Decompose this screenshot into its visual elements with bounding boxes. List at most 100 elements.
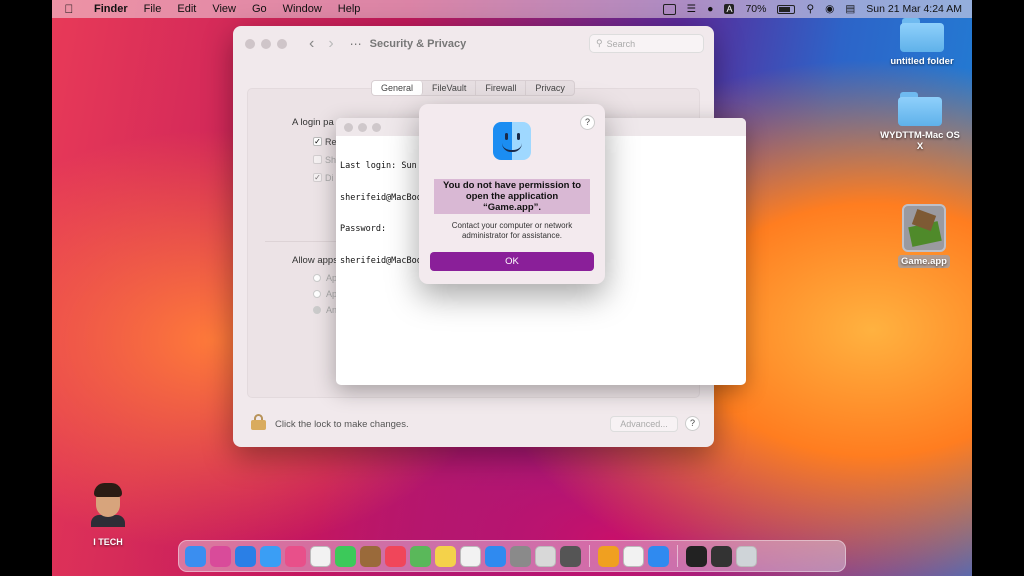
alert-message-line: administrator for assistance. [461, 231, 563, 240]
zoom-button[interactable] [277, 39, 287, 49]
alert-title-line: You do not have permission to [442, 180, 582, 191]
dock-app-icon[interactable] [335, 545, 356, 567]
control-center-icon[interactable]: ▤ [845, 3, 855, 15]
dock-app-icon[interactable] [210, 545, 231, 567]
alert-message-line: Contact your computer or network [451, 221, 573, 230]
dock-app-icon[interactable] [285, 545, 306, 567]
close-button[interactable] [245, 39, 255, 49]
dock-app-icon[interactable] [686, 545, 707, 567]
finder-icon [493, 122, 531, 160]
alert-title-line: open the application [465, 191, 559, 202]
dock-app-icon[interactable] [460, 545, 481, 567]
dock-app-icon[interactable] [235, 545, 256, 567]
search-icon: ⚲ [596, 38, 603, 48]
show-message-checkbox[interactable] [313, 155, 322, 164]
radio-anywhere[interactable] [313, 306, 321, 314]
menu-window[interactable]: Window [275, 3, 330, 15]
spotlight-icon[interactable]: ⚲ [806, 3, 814, 15]
permission-alert-dialog: ? You do not have permission to open the… [419, 104, 605, 284]
dock-separator [677, 545, 678, 567]
dock-app-icon[interactable] [535, 545, 556, 567]
login-password-label: A login pa [292, 117, 334, 128]
tab-privacy[interactable]: Privacy [526, 81, 574, 95]
menu-go[interactable]: Go [244, 3, 275, 15]
tab-general[interactable]: General [372, 81, 424, 95]
wifi-icon[interactable]: ☰ [687, 3, 696, 15]
back-icon[interactable]: ‹ [309, 35, 314, 53]
ok-button[interactable]: OK [430, 252, 594, 271]
menu-view[interactable]: View [204, 3, 244, 15]
dock-app-icon[interactable] [648, 545, 669, 567]
allow-apps-label: Allow apps [292, 255, 338, 266]
close-button[interactable] [344, 122, 353, 132]
forward-icon[interactable]: › [328, 35, 333, 53]
advanced-button[interactable]: Advanced... [610, 416, 678, 432]
screen-recording-icon[interactable] [662, 3, 676, 15]
menu-app-name[interactable]: Finder [86, 3, 136, 15]
dock-app-icon[interactable] [435, 545, 456, 567]
menu-bar:  Finder File Edit View Go Window Help ☰… [52, 0, 972, 18]
avatar [91, 483, 125, 527]
dock-app-icon[interactable] [385, 545, 406, 567]
radio-identified-developers[interactable] [313, 290, 321, 298]
letterbox-right [972, 0, 1024, 576]
user-icon[interactable]: ◉ [825, 3, 834, 15]
alert-message: Contact your computer or network adminis… [431, 221, 593, 241]
desktop-icon-label: Game.app [898, 255, 950, 268]
search-placeholder: Search [606, 38, 636, 49]
menu-edit[interactable]: Edit [169, 3, 204, 15]
battery-icon[interactable] [777, 4, 796, 14]
folder-icon [900, 18, 944, 52]
search-input[interactable]: ⚲ Search [589, 34, 704, 53]
dock-app-icon[interactable] [410, 545, 431, 567]
dock-separator [589, 545, 590, 567]
checkbox-label: Sh [325, 155, 337, 165]
zoom-button[interactable] [372, 122, 381, 132]
dock-app-icon[interactable] [360, 545, 381, 567]
lock-icon[interactable] [251, 414, 266, 430]
clock[interactable]: Sun 21 Mar 4:24 AM [866, 3, 962, 15]
dock-app-icon[interactable] [310, 545, 331, 567]
radio-app-store[interactable] [313, 274, 321, 282]
battery-percent[interactable]: 70% [745, 3, 766, 15]
dock-app-icon[interactable] [598, 545, 619, 567]
avatar-name: I TECH [93, 537, 123, 547]
minimize-button[interactable] [358, 122, 367, 132]
tab-firewall[interactable]: Firewall [476, 81, 527, 95]
desktop-icon-label: untitled folder [890, 56, 954, 67]
alert-title-line: “Game.app”. [482, 202, 542, 213]
menu-file[interactable]: File [136, 3, 170, 15]
input-source-icon[interactable]: A [724, 4, 735, 14]
dock-app-icon[interactable] [485, 545, 506, 567]
dock-app-icon[interactable] [510, 545, 531, 567]
require-password-checkbox[interactable]: ✓ [313, 137, 322, 146]
dock-app-icon[interactable] [623, 545, 644, 567]
alert-title: You do not have permission to open the a… [434, 179, 590, 214]
presenter-avatar: I TECH [86, 483, 130, 547]
letterbox-left [0, 0, 52, 576]
dock-app-icon[interactable] [260, 545, 281, 567]
checkbox-label: Di [325, 173, 334, 183]
help-button[interactable]: ? [685, 416, 700, 431]
apple-menu-icon[interactable]:  [52, 2, 86, 16]
alert-help-button[interactable]: ? [580, 115, 595, 130]
vpn-icon[interactable]: ● [707, 3, 713, 15]
dock-app-icon[interactable] [711, 545, 732, 567]
desktop-icon-untitled-folder[interactable]: untitled folder [872, 18, 972, 67]
desktop-icon-label: WYDTTM-Mac OS X [880, 130, 960, 152]
desktop-icon-game-app[interactable]: Game.app [874, 204, 972, 268]
dock [178, 540, 846, 572]
tab-bar: General FileVault Firewall Privacy [371, 80, 575, 96]
dock-app-icon[interactable] [560, 545, 581, 567]
desktop-icon-wydttm[interactable]: WYDTTM-Mac OS X [868, 92, 972, 152]
checkbox-label: Re [325, 137, 337, 147]
menu-help[interactable]: Help [330, 3, 369, 15]
window-title: Security & Privacy [369, 38, 467, 50]
disable-login-checkbox[interactable]: ✓ [313, 173, 322, 182]
tab-filevault[interactable]: FileVault [423, 81, 477, 95]
show-all-grid-icon[interactable]: ⋯ [350, 37, 362, 51]
dock-app-icon[interactable] [185, 545, 206, 567]
status-area: ☰ ● A 70% ⚲ ◉ ▤ Sun 21 Mar 4:24 AM [662, 0, 962, 18]
minimize-button[interactable] [261, 39, 271, 49]
dock-app-icon[interactable] [736, 545, 757, 567]
